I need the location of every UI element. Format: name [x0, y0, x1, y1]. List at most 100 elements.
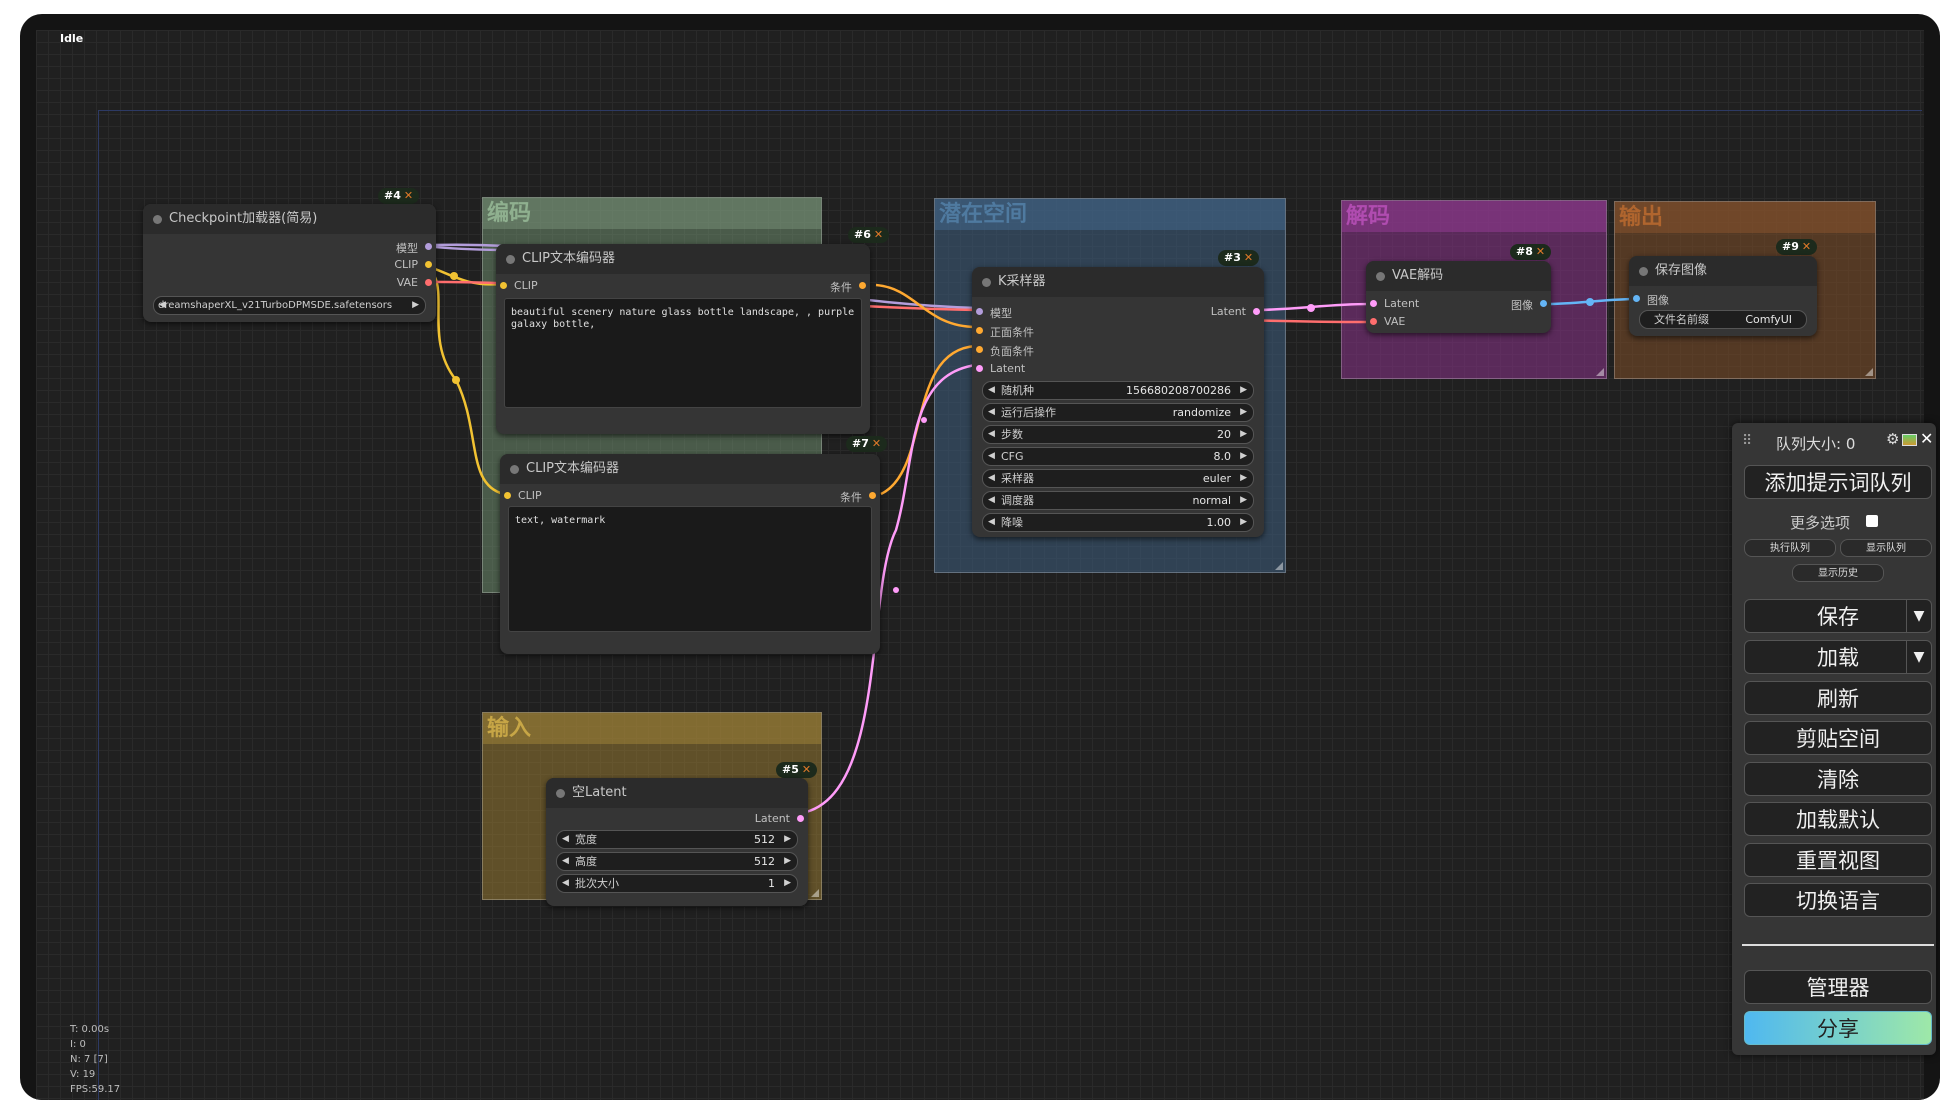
clipspace-button[interactable]: 剪贴空间 [1744, 721, 1932, 755]
filename-prefix-widget[interactable]: 文件名前缀 ComfyUI [1639, 310, 1807, 329]
widget-value: 1 [768, 877, 775, 890]
height-widget[interactable]: ◀ 高度 512 ▶ [556, 852, 798, 871]
input-pin-image[interactable] [1633, 295, 1640, 302]
prompt-textarea[interactable]: beautiful scenery nature glass bottle la… [504, 298, 862, 408]
load-button[interactable]: 加载 ▼ [1744, 640, 1932, 674]
output-pin-latent[interactable] [1253, 308, 1260, 315]
width-widget[interactable]: ◀ 宽度 512 ▶ [556, 830, 798, 849]
input-label-positive: 正面条件 [990, 326, 1034, 339]
arrow-right-icon[interactable]: ▶ [1240, 514, 1247, 531]
output-pin-model[interactable] [425, 243, 432, 250]
arrow-left-icon[interactable]: ◀ [988, 470, 995, 487]
output-pin-cond[interactable] [859, 282, 866, 289]
input-pin-positive[interactable] [976, 327, 983, 334]
view-history-button[interactable]: 显示历史 [1792, 564, 1884, 582]
steps-widget[interactable]: ◀ 步数 20 ▶ [982, 425, 1254, 444]
arrow-right-icon[interactable]: ▶ [1240, 404, 1247, 421]
output-pin-cond[interactable] [869, 492, 876, 499]
arrow-right-icon[interactable]: ▶ [1240, 382, 1247, 399]
drag-handle-icon[interactable]: ⠿ [1742, 433, 1752, 449]
arrow-left-icon[interactable]: ◀ [988, 514, 995, 531]
arrow-right-icon[interactable]: ▶ [784, 831, 791, 848]
share-button[interactable]: 分享 [1744, 1011, 1932, 1045]
widget-value: 20 [1217, 428, 1231, 441]
control-after-generate-widget[interactable]: ◀ 运行后操作 randomize ▶ [982, 403, 1254, 422]
load-default-button[interactable]: 加载默认 [1744, 802, 1932, 836]
reset-view-button[interactable]: 重置视图 [1744, 843, 1932, 877]
arrow-left-icon[interactable]: ◀ [988, 382, 995, 399]
arrow-right-icon[interactable]: ▶ [1240, 448, 1247, 465]
image-icon[interactable] [1902, 434, 1917, 446]
input-label-latent: Latent [990, 362, 1026, 375]
widget-label: 采样器 [1001, 472, 1034, 485]
arrow-left-icon[interactable]: ◀ [988, 448, 995, 465]
clear-button[interactable]: 清除 [1744, 762, 1932, 796]
save-button[interactable]: 保存 ▼ [1744, 599, 1932, 633]
scheduler-widget[interactable]: ◀ 调度器 normal ▶ [982, 491, 1254, 510]
output-pin-vae[interactable] [425, 279, 432, 286]
node-ksampler[interactable]: K采样器 模型 Latent 正面条件 负面条件 Latent ◀ 随机种 1566… [972, 267, 1264, 537]
arrow-right-icon[interactable]: ▶ [784, 875, 791, 892]
collapse-dot[interactable] [510, 465, 519, 474]
output-label-latent: Latent [754, 812, 790, 825]
denoise-widget[interactable]: ◀ 降噪 1.00 ▶ [982, 513, 1254, 532]
node-empty-latent[interactable]: 空Latent Latent ◀ 宽度 512 ▶ ◀ 高度 512 ▶ ◀ 批次大小 1 ▶ [546, 778, 808, 906]
collapse-dot[interactable] [556, 789, 565, 798]
arrow-left-icon[interactable]: ◀ [988, 426, 995, 443]
node-badge: #5 ✕ [776, 762, 818, 778]
output-pin-clip[interactable] [425, 261, 432, 268]
output-pin-image[interactable] [1540, 300, 1547, 307]
node-vae-decode[interactable]: VAE解码 Latent 图像 VAE [1366, 261, 1551, 333]
cfg-widget[interactable]: ◀ CFG 8.0 ▶ [982, 447, 1254, 466]
output-pin-latent[interactable] [797, 815, 804, 822]
gear-icon[interactable]: ⚙ [1886, 430, 1899, 448]
widget-value: ComfyUI [1745, 313, 1792, 326]
node-clip-text-encode-positive[interactable]: CLIP文本编码器 CLIP 条件 beautiful scenery natu… [496, 244, 870, 434]
chevron-down-icon[interactable]: ▼ [1906, 600, 1931, 632]
manager-button[interactable]: 管理器 [1744, 970, 1932, 1004]
close-icon[interactable]: ✕ [1920, 429, 1933, 448]
arrow-left-icon[interactable]: ◀ [562, 875, 569, 892]
arrow-left-icon[interactable]: ◀ [988, 492, 995, 509]
collapse-dot[interactable] [506, 255, 515, 264]
extra-options-checkbox[interactable] [1866, 515, 1878, 527]
collapse-dot[interactable] [1639, 267, 1648, 276]
sampler-widget[interactable]: ◀ 采样器 euler ▶ [982, 469, 1254, 488]
view-queue-button[interactable]: 执行队列 [1744, 539, 1836, 557]
node-clip-text-encode-negative[interactable]: CLIP文本编码器 CLIP 条件 text, watermark [500, 454, 880, 654]
seed-widget[interactable]: ◀ 随机种 156680208700286 ▶ [982, 381, 1254, 400]
arrow-right-icon[interactable]: ▶ [1240, 470, 1247, 487]
node-checkpoint-loader[interactable]: Checkpoint加载器(简易) 模型 CLIP VAE ◀ dreamsha… [143, 204, 436, 322]
show-queue-button[interactable]: 显示队列 [1840, 539, 1932, 557]
input-pin-clip[interactable] [504, 492, 511, 499]
arrow-right-icon[interactable]: ▶ [784, 853, 791, 870]
arrow-right-icon[interactable]: ▶ [1240, 492, 1247, 509]
menu-divider [1742, 944, 1934, 946]
batch-size-widget[interactable]: ◀ 批次大小 1 ▶ [556, 874, 798, 893]
graph-canvas[interactable]: Idle 编码 输入 潜在空间 解码 输出 #4 ✕ Checkpoint加载器… [36, 30, 1924, 1100]
collapse-dot[interactable] [153, 215, 162, 224]
input-pin-vae[interactable] [1370, 318, 1377, 325]
input-pin-latent[interactable] [976, 365, 983, 372]
arrow-right-icon[interactable]: ▶ [1240, 426, 1247, 443]
comfy-menu: ⠿ 队列大小: 0 ⚙ ✕ 添加提示词队列 更多选项 执行队列 显示队列 显示历… [1732, 423, 1936, 1055]
input-pin-negative[interactable] [976, 346, 983, 353]
fox-icon: ✕ [1243, 251, 1254, 264]
switch-locale-button[interactable]: 切换语言 [1744, 883, 1932, 917]
refresh-button[interactable]: 刷新 [1744, 681, 1932, 715]
input-pin-clip[interactable] [500, 282, 507, 289]
chevron-down-icon[interactable]: ▼ [1906, 641, 1931, 673]
input-pin-latent[interactable] [1370, 300, 1377, 307]
node-save-image[interactable]: 保存图像 图像 文件名前缀 ComfyUI [1629, 256, 1817, 336]
ckpt-name-combo[interactable]: ◀ dreamshaperXL_v21TurboDPMSDE.safetenso… [153, 296, 426, 315]
input-pin-model[interactable] [976, 308, 983, 315]
arrow-left-icon[interactable]: ◀ [562, 853, 569, 870]
collapse-dot[interactable] [1376, 272, 1385, 281]
arrow-right-icon[interactable]: ▶ [412, 297, 419, 314]
prompt-textarea[interactable]: text, watermark [508, 506, 872, 632]
node-badge: #6 ✕ [848, 227, 890, 243]
arrow-left-icon[interactable]: ◀ [988, 404, 995, 421]
arrow-left-icon[interactable]: ◀ [562, 831, 569, 848]
queue-prompt-button[interactable]: 添加提示词队列 [1744, 465, 1932, 499]
collapse-dot[interactable] [982, 278, 991, 287]
